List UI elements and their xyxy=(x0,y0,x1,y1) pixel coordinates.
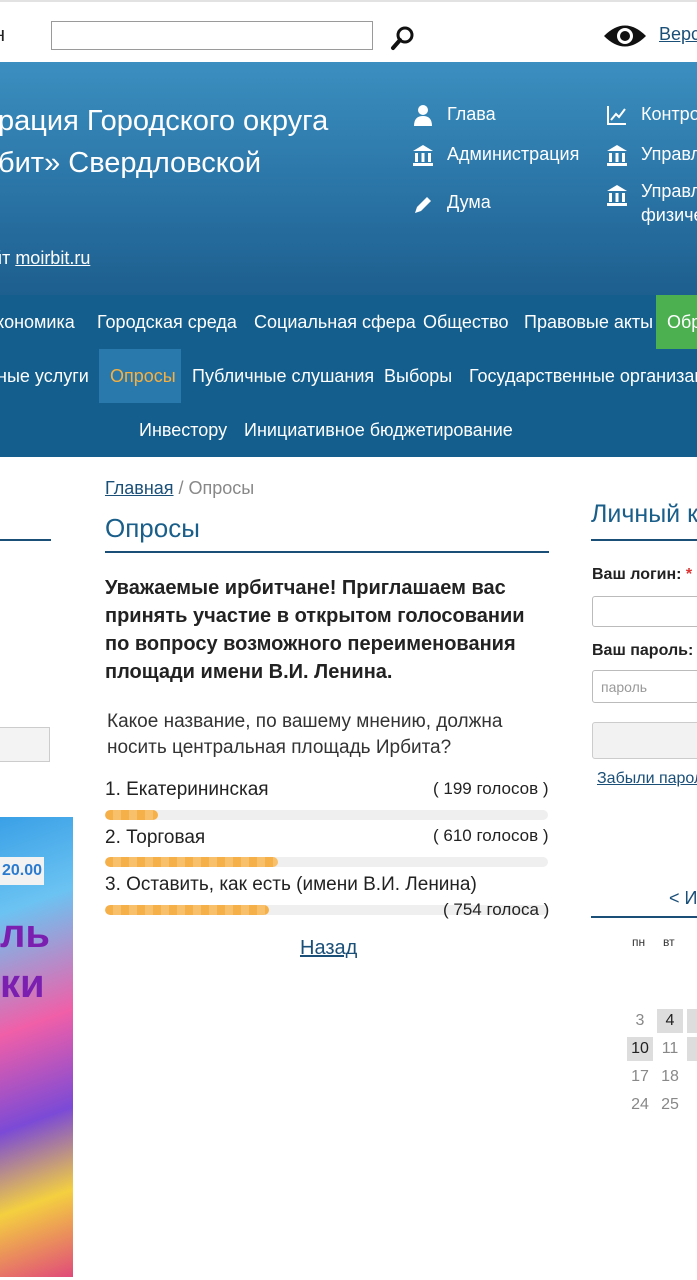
calendar-dow-mon: пн xyxy=(632,935,646,949)
breadcrumb-home-link[interactable]: Главная xyxy=(105,478,174,498)
header-link-administration[interactable]: Администрация xyxy=(447,144,579,165)
person-icon xyxy=(414,105,432,126)
header-link-uprav-2[interactable]: Управл xyxy=(641,181,697,202)
login-button[interactable] xyxy=(592,722,697,759)
page-title: Опросы xyxy=(105,513,200,543)
top-bar: н Верс xyxy=(0,0,697,62)
nav-item-public-hearings[interactable]: Публичные слушания xyxy=(192,349,374,403)
personal-cabinet-rule xyxy=(591,539,697,541)
nav-item-investor[interactable]: Инвестору xyxy=(139,403,227,457)
password-label: Ваш пароль: * xyxy=(592,642,697,660)
search-input[interactable] xyxy=(51,21,373,50)
poll-option-bar-fill-3 xyxy=(105,905,269,915)
header-link-glava[interactable]: Глава xyxy=(447,104,496,125)
nav-item-social-sphere[interactable]: Социальная сфера xyxy=(254,295,416,349)
poll-option-count-1: ( 199 голосов ) xyxy=(433,779,549,798)
banner-text-line1: ль xyxy=(0,912,50,956)
poll-option-count-3: ( 754 голоса ) xyxy=(443,900,550,919)
eye-icon[interactable] xyxy=(602,21,648,51)
calendar-day[interactable]: 10 xyxy=(627,1037,653,1061)
nav-item-elections[interactable]: Выборы xyxy=(384,349,452,403)
nav-item-society[interactable]: Общество xyxy=(423,295,509,349)
poll-option-label-1: 1. Екатерининская xyxy=(105,779,269,800)
banner-text-line2: ки xyxy=(0,962,45,1006)
vision-version-link[interactable]: Верс xyxy=(659,24,697,45)
poll-option-count-2: ( 610 голосов ) xyxy=(433,826,549,845)
calendar-rule xyxy=(591,916,697,918)
nav-item-initiative-budgeting[interactable]: Инициативное бюджетирование xyxy=(244,403,513,457)
forgot-password-link[interactable]: Забыли парол xyxy=(597,770,697,788)
calendar-day[interactable]: 17 xyxy=(627,1065,653,1089)
calendar-dow-tue: вт xyxy=(663,935,675,949)
nav-item-economy[interactable]: кономика xyxy=(0,295,75,349)
poll-option-label-3: 3. Оставить, как есть (имени В.И. Ленина… xyxy=(105,874,477,895)
poll-option-bar-fill-2 xyxy=(105,857,278,867)
breadcrumb: Главная / Опросы xyxy=(105,478,254,499)
building-icon xyxy=(413,145,433,166)
search-icon[interactable] xyxy=(390,25,416,51)
building-icon xyxy=(607,145,627,166)
poll-option-bar-2 xyxy=(105,857,548,867)
left-sidebar-button[interactable] xyxy=(0,727,50,762)
calendar-day-partial[interactable] xyxy=(687,1009,697,1033)
main-nav: кономика Городская среда Социальная сфер… xyxy=(0,295,697,457)
nav-item-services[interactable]: ные услуги xyxy=(0,349,89,403)
calendar-day[interactable]: 24 xyxy=(627,1093,653,1117)
login-label: Ваш логин: * xyxy=(592,566,692,584)
title-divider xyxy=(105,551,549,553)
calendar-day[interactable]: 25 xyxy=(657,1093,683,1117)
header-link-uprav-1[interactable]: Управл xyxy=(641,144,697,165)
calendar-day[interactable]: 3 xyxy=(627,1009,653,1033)
password-label-text: Ваш пароль: xyxy=(592,642,694,659)
poll-heading: Уважаемые ирбитчане! Приглашаем вас прин… xyxy=(105,577,525,683)
login-label-text: Ваш логин: xyxy=(592,566,682,583)
calendar-day[interactable]: 18 xyxy=(657,1065,683,1089)
nav-item-appeals[interactable]: Обр xyxy=(667,295,697,349)
calendar-nav[interactable]: < И xyxy=(669,888,697,909)
nav-item-polls[interactable]: Опросы xyxy=(110,349,176,403)
top-fragment-text: н xyxy=(0,24,5,47)
left-sidebar-rule xyxy=(0,539,51,541)
breadcrumb-separator: / xyxy=(173,478,189,498)
calendar-day-partial[interactable] xyxy=(687,1037,697,1061)
header-link-uprav-2-line2[interactable]: физиче xyxy=(641,205,697,226)
header-link-kontrol[interactable]: Контро xyxy=(641,104,697,125)
nav-item-legal-acts[interactable]: Правовые акты xyxy=(524,295,653,349)
required-mark: * xyxy=(685,566,693,583)
poll-option-label-2: 2. Торговая xyxy=(105,827,206,848)
banner-time: 20.00 xyxy=(0,857,44,885)
calendar-day[interactable]: 4 xyxy=(657,1009,683,1033)
site-title: рация Городского округа бит» Свердловско… xyxy=(0,105,329,179)
nav-item-city-environment[interactable]: Городская среда xyxy=(97,295,237,349)
moirbit-link[interactable]: moirbit.ru xyxy=(15,248,90,268)
moirbit-prefix: йт xyxy=(0,248,11,268)
header-link-duma[interactable]: Дума xyxy=(447,192,491,213)
poll-option-bar-fill-1 xyxy=(105,810,159,820)
nav-item-state-organizations[interactable]: Государственные организац xyxy=(469,349,697,403)
back-link[interactable]: Назад xyxy=(300,937,357,960)
breadcrumb-current: Опросы xyxy=(188,478,255,498)
site-header: рация Городского округа бит» Свердловско… xyxy=(0,62,697,295)
building-icon xyxy=(607,185,627,206)
calendar-day[interactable]: 11 xyxy=(657,1037,683,1061)
personal-cabinet-title: Личный к xyxy=(591,500,697,528)
moirbit-text: йт moirbit.ru xyxy=(0,248,90,269)
chart-icon xyxy=(607,106,626,125)
festival-banner[interactable]: 20.00 ль ки xyxy=(0,817,73,1277)
pen-icon xyxy=(415,197,431,213)
poll-question: Какое название, по вашему мнению, должна… xyxy=(107,711,503,758)
login-input[interactable] xyxy=(592,596,697,627)
password-input[interactable]: пароль xyxy=(592,670,697,703)
poll-option-bar-1 xyxy=(105,810,548,820)
